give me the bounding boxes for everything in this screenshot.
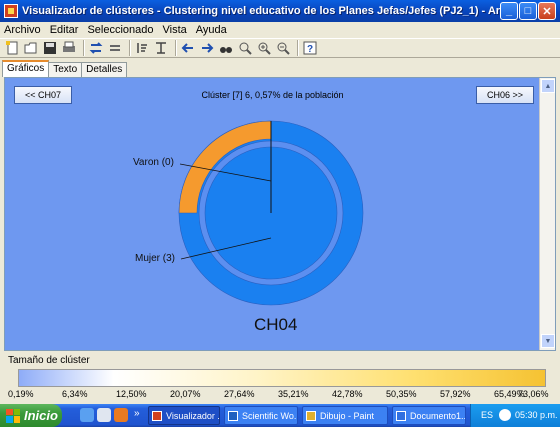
save-icon[interactable] [42, 40, 58, 56]
legend-tick-label: 27,64% [224, 389, 255, 399]
tab-texto[interactable]: Texto [48, 62, 83, 77]
legend-title: Tamaño de clúster [8, 355, 90, 366]
filter-icon[interactable] [153, 40, 169, 56]
menu-seleccionado[interactable]: Seleccionado [87, 24, 153, 36]
task-label: Visualizador ... [166, 410, 220, 421]
new-icon[interactable] [4, 40, 20, 56]
legend-tick-label: 35,21% [278, 389, 309, 399]
minimize-button[interactable]: _ [500, 2, 518, 20]
application-window: Visualizador de clústeres - Clustering n… [0, 0, 560, 427]
more-quicklaunch-icon[interactable]: » [134, 408, 140, 419]
maximize-button[interactable]: □ [519, 2, 537, 20]
legend-tick-label: 50,35% [386, 389, 417, 399]
start-label: Inicio [24, 408, 58, 423]
task-documento[interactable]: Documento1.... [392, 406, 466, 425]
legend-tick-label: 20,07% [170, 389, 201, 399]
taskbar: Inicio » Visualizador ... Scientific Wo.… [0, 404, 560, 427]
cluster-size-legend: Tamaño de clúster 0,19% 6,34% 12,50% 20,07%… [0, 352, 560, 401]
swap-icon[interactable] [88, 40, 104, 56]
vertical-scrollbar[interactable]: ▲ ▼ [539, 78, 555, 350]
view-tabs: Gráficos Texto Detalles [2, 60, 128, 77]
binoculars-icon[interactable] [218, 40, 234, 56]
scientific-workplace-icon [228, 410, 238, 421]
scroll-up-icon[interactable]: ▲ [541, 79, 555, 93]
legend-tick-label: 57,92% [440, 389, 471, 399]
legend-gradient-bar [18, 369, 546, 387]
zoom-fit-icon[interactable] [237, 40, 253, 56]
tab-detalles[interactable]: Detalles [81, 62, 128, 77]
internet-explorer-icon[interactable] [80, 408, 94, 422]
menu-editar[interactable]: Editar [50, 24, 79, 36]
zoom-in-icon[interactable] [256, 40, 272, 56]
system-tray: ES 05:30 p.m. [470, 404, 560, 427]
category-label-1: Mujer (3) [135, 253, 175, 264]
task-paint[interactable]: Dibujo - Paint [302, 406, 388, 425]
legend-ticks: 0,19% 6,34% 12,50% 20,07% 27,64% 35,21% 42,78%… [0, 389, 560, 401]
media-player-icon[interactable] [97, 408, 111, 422]
legend-tick-label: 6,34% [62, 389, 88, 399]
toolbar-separator [175, 40, 177, 56]
paint-icon [306, 410, 316, 421]
tab-graficos[interactable]: Gráficos [2, 60, 50, 77]
word-icon [396, 410, 406, 421]
cluster-name-label: CH04 [254, 315, 297, 334]
sort-icon[interactable] [134, 40, 150, 56]
chart-panel: Varon (0) Mujer (3) CH04 << CH07 CH06 >> C… [4, 77, 556, 351]
menu-ayuda[interactable]: Ayuda [196, 24, 227, 36]
network-icon[interactable] [499, 409, 511, 421]
toolbar-separator [83, 40, 85, 56]
toolbar-separator [297, 40, 299, 56]
arrow-left-icon[interactable] [180, 40, 196, 56]
arrow-right-icon[interactable] [199, 40, 215, 56]
window-title: Visualizador de clústeres - Clustering n… [22, 5, 502, 17]
task-label: Scientific Wo... [242, 410, 298, 421]
scroll-down-icon[interactable]: ▼ [541, 334, 555, 348]
app-icon [4, 4, 18, 18]
refresh-icon[interactable] [107, 40, 123, 56]
start-button[interactable]: Inicio [0, 404, 62, 427]
cluster-info: Clúster [7] 6, 0,57% de la población [201, 90, 344, 100]
open-folder-icon[interactable] [23, 40, 39, 56]
visualizador-icon [152, 410, 162, 421]
task-visualizador[interactable]: Visualizador ... [148, 406, 220, 425]
task-scientific-workplace[interactable]: Scientific Wo... [224, 406, 298, 425]
menu-vista[interactable]: Vista [163, 24, 187, 36]
zoom-out-icon[interactable] [275, 40, 291, 56]
print-icon[interactable] [61, 40, 77, 56]
task-label: Documento1.... [410, 410, 466, 421]
svg-text:?: ? [307, 44, 313, 55]
legend-tick-label: 42,78% [332, 389, 363, 399]
cluster-chart: Varon (0) Mujer (3) CH04 [133, 120, 364, 334]
help-icon[interactable]: ? [302, 40, 318, 56]
menu-bar: Archivo Editar Seleccionado Vista Ayuda [0, 22, 560, 38]
title-bar[interactable]: Visualizador de clústeres - Clustering n… [0, 0, 560, 22]
legend-tick-label: 0,19% [8, 389, 34, 399]
language-indicator[interactable]: ES [481, 410, 493, 420]
menu-archivo[interactable]: Archivo [4, 24, 41, 36]
legend-tick-label: 12,50% [116, 389, 147, 399]
toolbar-separator [129, 40, 131, 56]
category-label-0: Varon (0) [133, 157, 174, 168]
clock: 05:30 p.m. [515, 410, 558, 420]
firefox-icon[interactable] [114, 408, 128, 422]
windows-logo-icon [6, 408, 20, 423]
task-label: Dibujo - Paint [320, 410, 375, 421]
close-button[interactable]: ✕ [538, 2, 556, 20]
toolbar: ? [0, 38, 560, 58]
legend-tick-label: 73,06% [518, 389, 549, 399]
